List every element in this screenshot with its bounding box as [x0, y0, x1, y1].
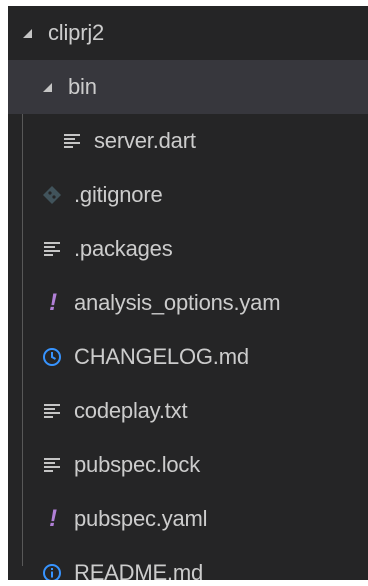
tree-item-label: CHANGELOG.md: [74, 344, 249, 369]
tree-item-label: pubspec.yaml: [74, 506, 208, 531]
tree-item-label: analysis_options.yam: [74, 290, 281, 315]
lines-file-icon: [44, 456, 62, 474]
tree-item-changelog[interactable]: CHANGELOG.md: [8, 330, 368, 384]
tree-item-cliprj2[interactable]: cliprj2: [8, 6, 368, 60]
tree-item-readme[interactable]: README.md: [8, 546, 368, 580]
exclamation-icon: !: [49, 505, 57, 532]
tree-item-label: cliprj2: [48, 20, 105, 45]
git-icon: [42, 185, 62, 205]
chevron-down-icon: [40, 80, 54, 94]
exclamation-icon: !: [49, 289, 57, 316]
file-explorer: cliprj2 bin server.dart .gitignore .pack…: [8, 6, 368, 580]
tree-item-packages[interactable]: .packages: [8, 222, 368, 276]
lines-file-icon: [64, 132, 82, 150]
lines-file-icon: [44, 402, 62, 420]
clock-icon: [42, 347, 62, 367]
tree-item-label: codeplay.txt: [74, 398, 188, 423]
tree-item-gitignore[interactable]: .gitignore: [8, 168, 368, 222]
tree-item-label: .packages: [74, 236, 173, 261]
info-icon: [42, 563, 62, 580]
tree-item-label: .gitignore: [74, 182, 163, 207]
tree-item-label: bin: [68, 74, 97, 99]
tree-item-pubspec-yaml[interactable]: ! pubspec.yaml: [8, 492, 368, 546]
tree-item-label: README.md: [74, 560, 203, 580]
tree-item-server-dart[interactable]: server.dart: [8, 114, 368, 168]
tree-item-bin[interactable]: bin: [8, 60, 368, 114]
lines-file-icon: [44, 240, 62, 258]
tree-item-analysis-options[interactable]: ! analysis_options.yam: [8, 276, 368, 330]
tree-item-label: pubspec.lock: [74, 452, 201, 477]
tree-item-label: server.dart: [94, 128, 196, 153]
chevron-down-icon: [20, 26, 34, 40]
tree-item-pubspec-lock[interactable]: pubspec.lock: [8, 438, 368, 492]
tree-item-codeplay[interactable]: codeplay.txt: [8, 384, 368, 438]
